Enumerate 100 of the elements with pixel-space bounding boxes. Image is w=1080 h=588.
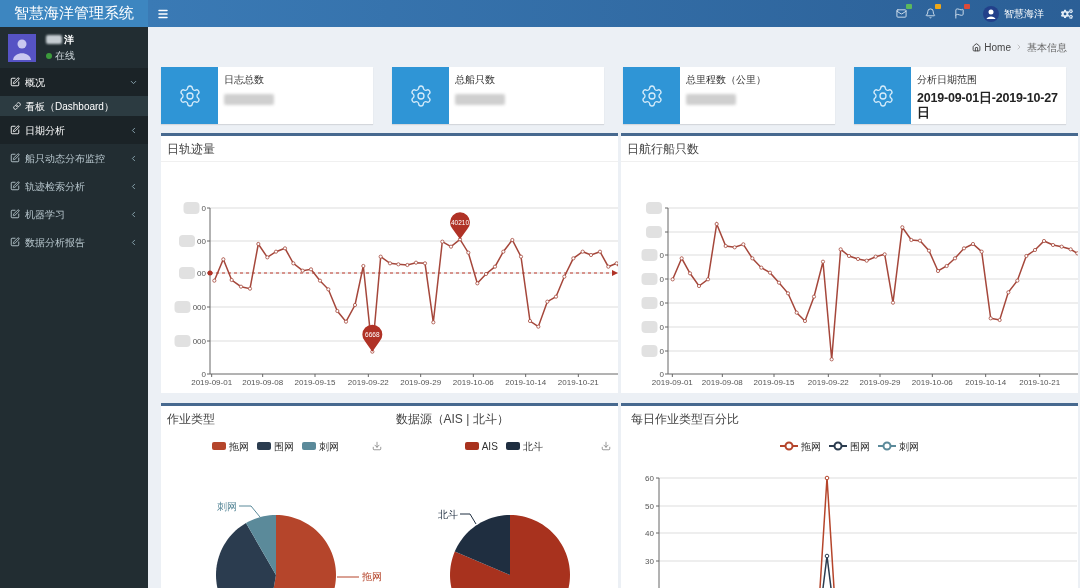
settings-button[interactable] xyxy=(1060,6,1074,21)
user-status: 在线 xyxy=(55,49,75,62)
data-point xyxy=(706,277,710,282)
tick-label: 0 xyxy=(659,347,664,356)
legend-item[interactable]: 刺网 xyxy=(878,438,919,454)
legend-item[interactable]: 围网 xyxy=(829,438,870,454)
legend-item[interactable]: 拖网 xyxy=(211,438,249,454)
data-point xyxy=(414,260,418,265)
breadcrumb-link[interactable]: Home xyxy=(972,39,1011,55)
leader-line xyxy=(238,505,261,518)
data-point xyxy=(353,303,357,307)
gear-icon xyxy=(623,67,680,124)
edit-icon xyxy=(10,77,20,87)
data-point xyxy=(1024,254,1029,258)
download-icon xyxy=(372,441,382,451)
tick-label: 0 xyxy=(201,370,206,379)
data-point xyxy=(944,264,949,268)
menu-item[interactable]: 概况 xyxy=(0,68,148,96)
tick-label: 2019-09-01 xyxy=(191,378,233,387)
chart-title: 日航行船只数 xyxy=(621,136,1078,162)
tick-label: 2019-09-22 xyxy=(347,378,389,387)
tick-label: 2019-09-15 xyxy=(753,378,795,387)
data-point xyxy=(1015,278,1020,283)
data-point xyxy=(838,247,843,252)
data-point xyxy=(953,256,957,261)
download-button[interactable] xyxy=(600,440,611,452)
tick-label: 2019-10-06 xyxy=(452,378,494,387)
data-point xyxy=(501,249,506,254)
tick-label: 00 xyxy=(197,269,206,278)
data-point xyxy=(405,263,410,267)
leader-line xyxy=(336,576,360,578)
data-point xyxy=(229,278,234,282)
breadcrumb-current: 基本信息 xyxy=(1027,40,1067,55)
data-point xyxy=(440,239,445,244)
submenu-item[interactable]: 看板（Dashboard） xyxy=(0,96,148,116)
slice-label: 北斗 xyxy=(437,509,458,520)
data-point xyxy=(248,286,252,291)
pin-marker xyxy=(362,324,383,352)
data-point xyxy=(750,256,755,261)
tick-label: 0 xyxy=(659,299,664,308)
edit-icon xyxy=(10,181,20,191)
tick-label: 0 xyxy=(659,251,664,260)
flag-icon xyxy=(953,8,965,19)
data-point xyxy=(741,242,746,247)
data-point xyxy=(528,319,532,323)
data-point xyxy=(909,238,914,242)
slice-label: 刺网 xyxy=(217,501,237,512)
data-point xyxy=(335,309,340,313)
data-point xyxy=(580,249,585,254)
data-point xyxy=(824,475,830,481)
legend-item[interactable]: 拖网 xyxy=(780,438,821,454)
avatar-icon xyxy=(8,33,36,62)
slice-label: 拖网 xyxy=(362,571,382,582)
data-point xyxy=(589,253,593,257)
legend-item[interactable]: 刺网 xyxy=(301,438,339,454)
data-point xyxy=(997,318,1002,322)
data-point xyxy=(723,244,728,248)
data-point xyxy=(388,261,392,266)
data-point xyxy=(571,256,576,261)
data-point xyxy=(1042,239,1046,243)
data-point xyxy=(431,320,436,325)
data-point xyxy=(510,238,515,242)
legend-item[interactable]: 围网 xyxy=(256,438,294,454)
data-point xyxy=(606,264,611,269)
data-point xyxy=(882,252,887,257)
tick-label: 2019-09-08 xyxy=(701,378,743,387)
data-point xyxy=(519,254,523,259)
menu-icon xyxy=(157,7,169,20)
data-point xyxy=(396,262,401,267)
menu-item[interactable]: 日期分析 xyxy=(0,116,148,144)
download-button[interactable] xyxy=(371,440,383,452)
info-label: 总船只数 xyxy=(455,73,495,87)
data-point xyxy=(309,267,313,272)
tick-label: 2019-10-06 xyxy=(911,378,953,387)
legend-item[interactable]: 北斗 xyxy=(505,438,543,454)
data-point xyxy=(256,242,261,246)
info-value: 2019-09-01日-2019-10-27日 xyxy=(917,91,1059,121)
tick-label: 0 xyxy=(659,370,664,379)
tick-label: 30 xyxy=(645,557,654,566)
user-menu[interactable]: 智慧海洋 xyxy=(983,5,1044,22)
gear-icon xyxy=(161,67,218,124)
leader-line xyxy=(459,513,476,525)
tick-label: 2019-09-22 xyxy=(807,378,849,387)
edit-icon xyxy=(10,209,20,219)
data-point xyxy=(670,277,675,282)
data-point xyxy=(988,316,993,321)
info-label: 日志总数 xyxy=(224,73,264,87)
data-point xyxy=(812,294,816,299)
data-point xyxy=(221,257,226,262)
data-point xyxy=(545,299,550,304)
data-point xyxy=(1059,244,1064,249)
data-point xyxy=(786,291,790,296)
tick-label: 2019-10-21 xyxy=(557,378,599,387)
legend-item[interactable]: AIS xyxy=(464,438,498,454)
data-point xyxy=(326,287,331,292)
data-point xyxy=(300,268,305,273)
chevron-right-icon xyxy=(1015,43,1023,51)
data-point xyxy=(598,249,602,254)
edit-icon xyxy=(10,125,20,135)
tick-label: 0 xyxy=(659,323,664,332)
